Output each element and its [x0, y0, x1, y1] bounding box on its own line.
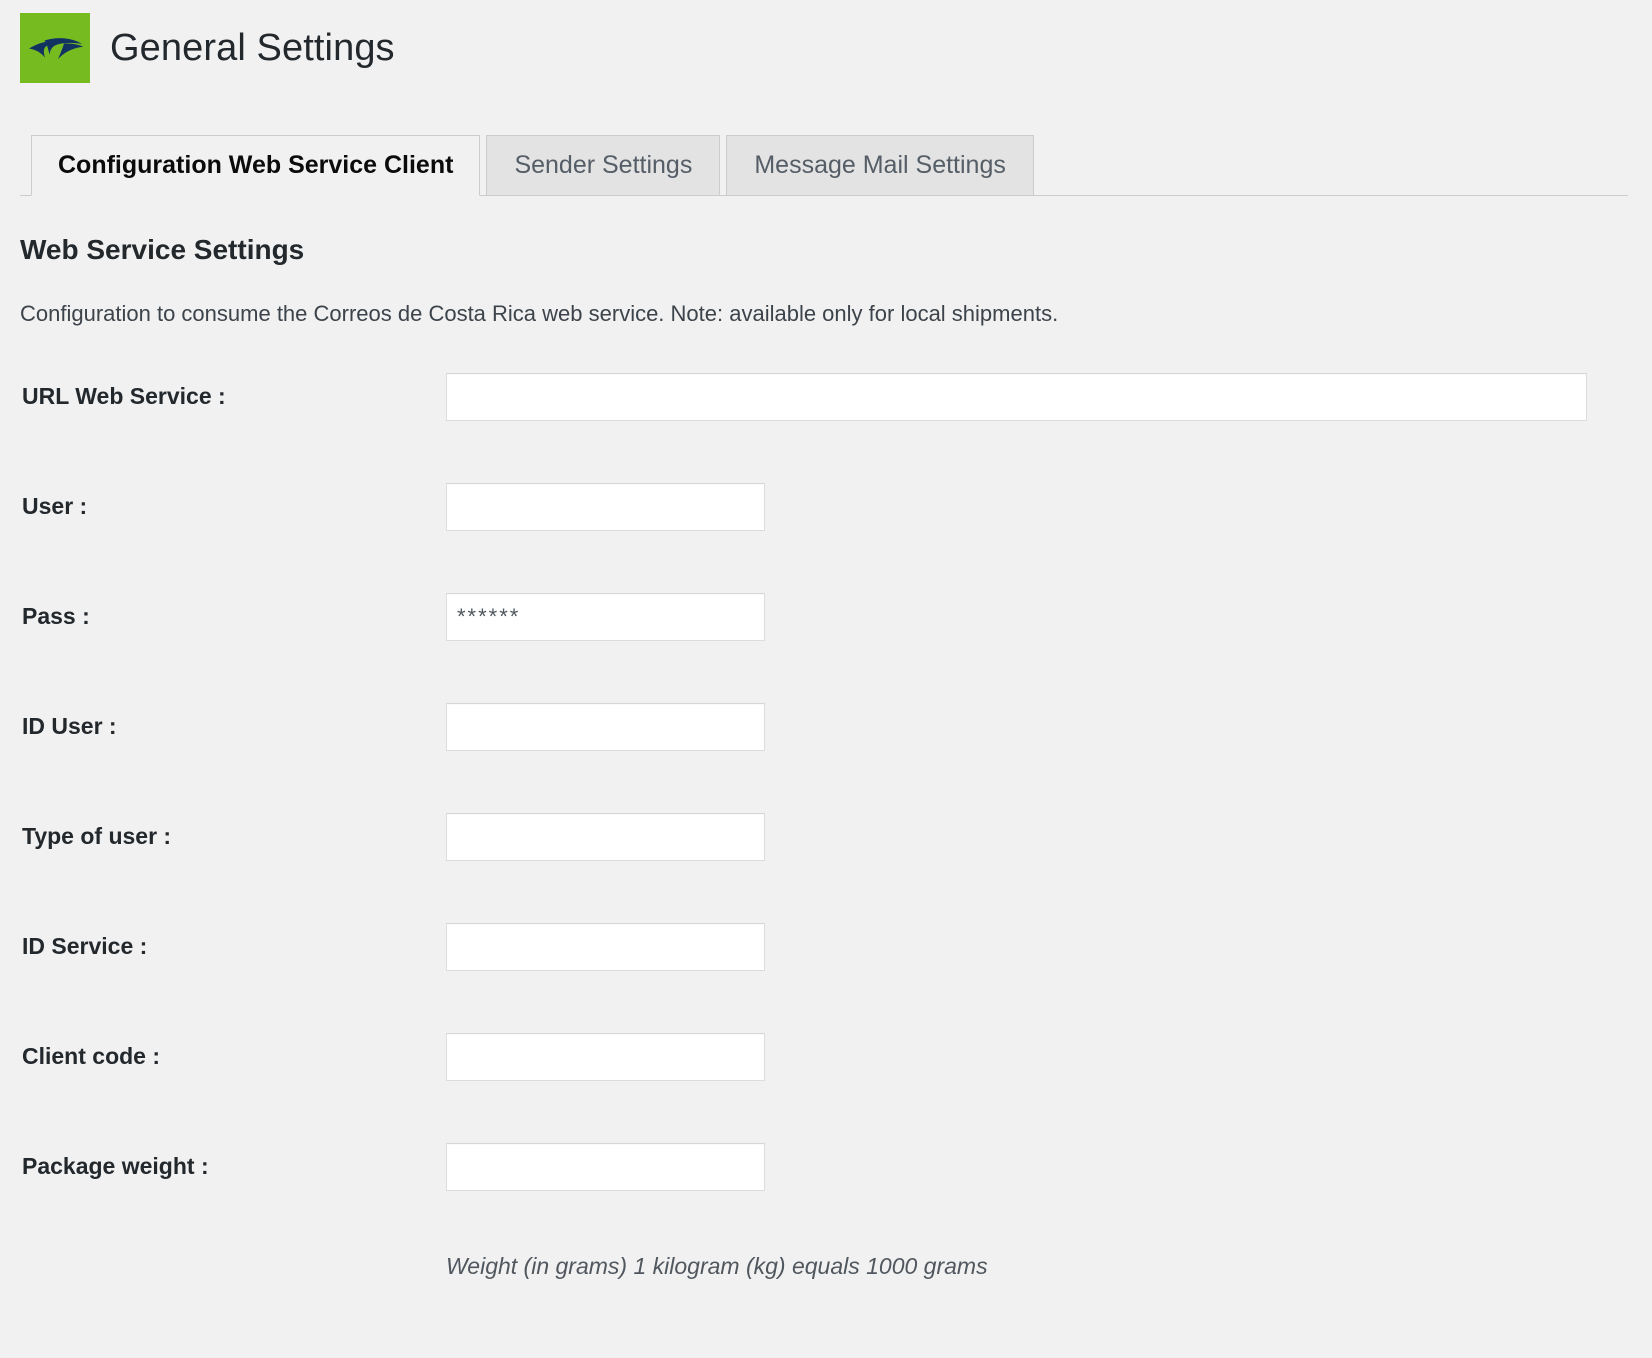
label-package-weight: Package weight : [22, 1153, 209, 1180]
client-code-input[interactable] [446, 1032, 765, 1081]
url-web-service-input[interactable] [446, 372, 1587, 421]
tab-label: Sender Settings [514, 151, 693, 179]
form-row-type-of-user: Type of user : [0, 812, 1652, 861]
section-description: Configuration to consume the Correos de … [20, 301, 1059, 326]
tab-sender-settings[interactable]: Sender Settings [486, 135, 721, 196]
tab-label: Configuration Web Service Client [58, 151, 454, 179]
web-service-settings-form: URL Web Service : User : Pass : ID User … [0, 372, 1652, 1280]
form-row-pass: Pass : [0, 592, 1652, 641]
label-user: User : [22, 493, 88, 520]
page-header: General Settings [0, 0, 1652, 83]
type-of-user-input[interactable] [446, 812, 765, 861]
correos-bird-logo-icon [20, 13, 90, 83]
package-weight-input[interactable] [446, 1142, 765, 1191]
tab-bar: Configuration Web Service Client Sender … [0, 134, 1652, 196]
label-id-user: ID User : [22, 713, 117, 740]
package-weight-hint: Weight (in grams) 1 kilogram (kg) equals… [446, 1252, 988, 1279]
label-url-web-service: URL Web Service : [22, 383, 226, 410]
form-row-package-weight: Package weight : [0, 1142, 1652, 1191]
form-row-user: User : [0, 482, 1652, 531]
form-row-url-web-service: URL Web Service : [0, 372, 1652, 421]
id-user-input[interactable] [446, 702, 765, 751]
section-heading: Web Service Settings [20, 234, 305, 265]
tab-list: Configuration Web Service Client Sender … [31, 134, 1652, 196]
pass-input[interactable] [446, 592, 765, 641]
form-row-id-service: ID Service : [0, 922, 1652, 971]
page-title: General Settings [110, 27, 395, 69]
user-input[interactable] [446, 482, 765, 531]
label-type-of-user: Type of user : [22, 823, 172, 850]
tab-message-mail-settings[interactable]: Message Mail Settings [726, 135, 1034, 196]
form-row-client-code: Client code : [0, 1032, 1652, 1081]
label-client-code: Client code : [22, 1043, 161, 1070]
tab-label: Message Mail Settings [754, 151, 1006, 179]
id-service-input[interactable] [446, 922, 765, 971]
label-id-service: ID Service : [22, 933, 148, 960]
form-row-id-user: ID User : [0, 702, 1652, 751]
tab-configuration-web-service-client[interactable]: Configuration Web Service Client [31, 135, 481, 196]
label-pass: Pass : [22, 603, 90, 630]
